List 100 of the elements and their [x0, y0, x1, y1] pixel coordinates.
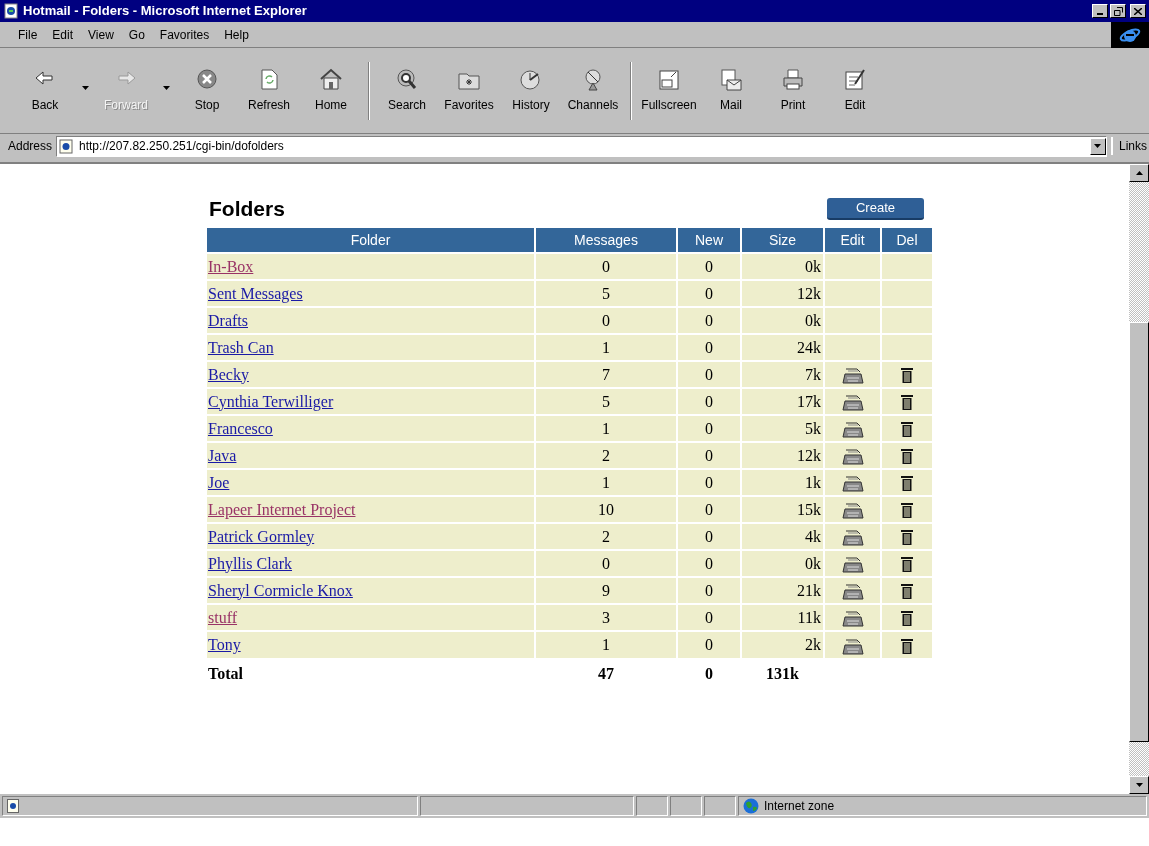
- folder-link[interactable]: Trash Can: [208, 338, 274, 356]
- typewriter-icon[interactable]: [841, 501, 864, 520]
- print-button[interactable]: Print: [762, 67, 824, 114]
- scroll-thumb[interactable]: [1129, 322, 1149, 742]
- folder-link[interactable]: Francesco: [208, 419, 273, 437]
- typewriter-icon[interactable]: [841, 447, 864, 466]
- message-count: 1: [602, 338, 610, 356]
- menu-item[interactable]: Favorites: [153, 23, 216, 46]
- search-button[interactable]: Search: [376, 67, 438, 114]
- menu-item[interactable]: View: [82, 23, 120, 46]
- typewriter-icon[interactable]: [841, 609, 864, 628]
- trash-icon[interactable]: [901, 583, 913, 600]
- message-count: 2: [602, 446, 610, 464]
- menu-item[interactable]: Edit: [46, 23, 80, 46]
- folder-link[interactable]: In-Box: [208, 257, 254, 275]
- folder-link[interactable]: stuff: [208, 608, 238, 626]
- trash-icon[interactable]: [901, 502, 913, 519]
- folder-size: 7k: [805, 365, 821, 383]
- menu-item[interactable]: File: [12, 23, 44, 46]
- fullscreen-icon: [657, 67, 681, 92]
- globe-icon: [743, 798, 759, 814]
- trash-icon[interactable]: [901, 637, 913, 654]
- typewriter-icon[interactable]: [841, 393, 864, 412]
- new-count: 0: [705, 636, 713, 653]
- message-count: 10: [598, 500, 614, 518]
- message-count: 0: [602, 257, 610, 275]
- new-count: 0: [705, 554, 713, 572]
- close-icon: [1134, 7, 1142, 15]
- favorites-button[interactable]: Favorites: [438, 67, 500, 114]
- channels-button[interactable]: Channels: [562, 67, 624, 114]
- typewriter-icon[interactable]: [841, 420, 864, 439]
- dropdown-button[interactable]: [1090, 137, 1106, 155]
- folder-link[interactable]: Drafts: [208, 311, 248, 329]
- page-icon: [3, 3, 19, 19]
- address-field[interactable]: http://207.82.250.251/cgi-bin/dofolders: [56, 135, 1107, 157]
- trash-icon[interactable]: [901, 421, 913, 438]
- menu-item[interactable]: Help: [218, 23, 255, 46]
- new-count: 0: [705, 473, 713, 491]
- new-count: 0: [705, 365, 713, 383]
- back-button[interactable]: Back: [14, 67, 95, 114]
- folder-link[interactable]: Sent Messages: [208, 284, 303, 302]
- status-panel: [704, 796, 736, 816]
- trash-icon[interactable]: [901, 475, 913, 492]
- typewriter-icon[interactable]: [841, 528, 864, 547]
- home-button[interactable]: Home: [300, 67, 362, 114]
- folder-size: 15k: [797, 500, 821, 518]
- folder-link[interactable]: Java: [208, 446, 237, 464]
- typewriter-icon[interactable]: [841, 636, 864, 655]
- trash-icon[interactable]: [901, 610, 913, 627]
- menu-item[interactable]: Go: [122, 23, 151, 46]
- links-button[interactable]: Links: [1111, 137, 1147, 155]
- folder-size: 0k: [805, 311, 821, 329]
- new-count: 0: [705, 338, 713, 356]
- message-count: 5: [602, 392, 610, 410]
- trash-icon[interactable]: [901, 394, 913, 411]
- folder-link[interactable]: Joe: [208, 473, 230, 491]
- trash-icon[interactable]: [901, 529, 913, 546]
- total-value: Total: [208, 665, 243, 682]
- typewriter-icon[interactable]: [841, 555, 864, 574]
- folder-size: 12k: [797, 284, 821, 302]
- caret-icon: [82, 85, 89, 90]
- folder-link[interactable]: Phyllis Clark: [208, 554, 292, 572]
- fullscreen-button[interactable]: Fullscreen: [638, 67, 700, 114]
- message-count: 2: [602, 527, 610, 545]
- folder-size: 17k: [797, 392, 821, 410]
- caret-icon: [1094, 144, 1102, 148]
- restore-button[interactable]: [1110, 4, 1126, 18]
- scroll-up-icon: [1135, 171, 1143, 175]
- column-header: Messages: [535, 228, 677, 253]
- new-count: 0: [705, 500, 713, 518]
- close-button[interactable]: [1130, 4, 1146, 18]
- scroll-down-icon: [1135, 783, 1143, 787]
- folder-link[interactable]: Tony: [208, 636, 241, 653]
- edit-button[interactable]: Edit: [824, 67, 886, 114]
- folder-size: 12k: [797, 446, 821, 464]
- typewriter-icon[interactable]: [841, 474, 864, 493]
- new-count: 0: [705, 446, 713, 464]
- message-count: 7: [602, 365, 610, 383]
- message-count: 1: [602, 636, 610, 653]
- page-heading: Folders: [208, 196, 285, 223]
- typewriter-icon[interactable]: [841, 366, 864, 385]
- trash-icon[interactable]: [901, 367, 913, 384]
- message-count: 5: [602, 284, 610, 302]
- history-button[interactable]: History: [500, 67, 562, 114]
- refresh-button[interactable]: Refresh: [238, 67, 300, 114]
- column-header: Folder: [207, 228, 535, 253]
- folder-link[interactable]: Becky: [208, 365, 249, 383]
- typewriter-icon[interactable]: [841, 582, 864, 601]
- minimize-button[interactable]: [1092, 4, 1108, 18]
- zone-label: Internet zone: [764, 798, 835, 815]
- new-count: 0: [705, 581, 713, 599]
- new-count: 0: [705, 527, 713, 545]
- new-count: 0: [705, 311, 713, 329]
- scrollbar[interactable]: [1129, 164, 1149, 794]
- minimize-icon: [1097, 13, 1103, 15]
- trash-icon[interactable]: [901, 556, 913, 573]
- trash-icon[interactable]: [901, 448, 913, 465]
- stop-button[interactable]: Stop: [176, 67, 238, 114]
- mail-button[interactable]: Mail: [700, 67, 762, 114]
- create-button[interactable]: Create: [827, 198, 924, 220]
